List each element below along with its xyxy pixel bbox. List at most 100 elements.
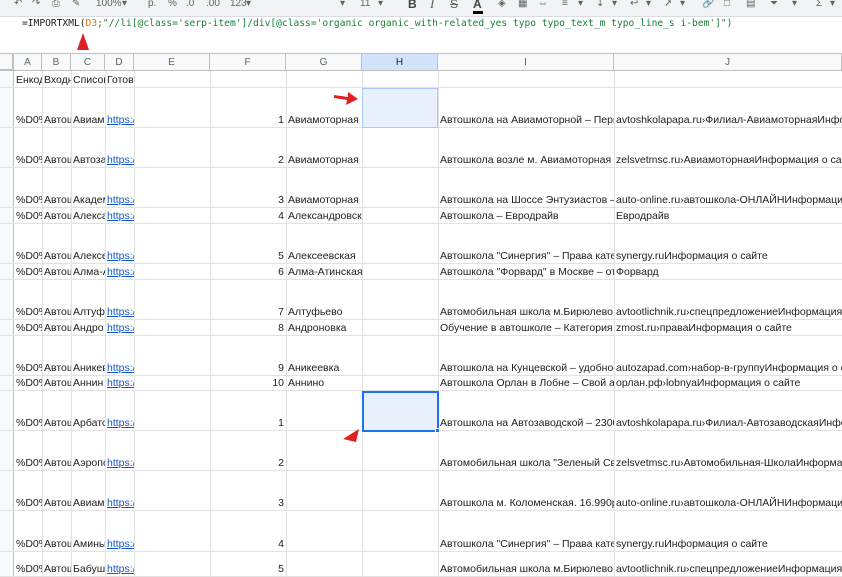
- cell-f[interactable]: 3: [210, 193, 286, 207]
- cell-j[interactable]: avtootlichnik.ru›спецпредложениеИнформац…: [614, 562, 842, 576]
- header-cell-b[interactable]: Входн: [42, 73, 71, 87]
- row-number[interactable]: [0, 431, 14, 470]
- cell-b[interactable]: Автош: [42, 305, 71, 319]
- filter-chevron-icon[interactable]: ▾: [792, 0, 797, 12]
- cell-g[interactable]: Алма-Атинская: [286, 265, 362, 279]
- cell-i[interactable]: Автомобильная школа м.Бирюлево –: [438, 562, 614, 576]
- cell-b[interactable]: Автош: [42, 361, 71, 375]
- cell-g[interactable]: [286, 496, 362, 510]
- text-rotation-chevron-icon[interactable]: ▾: [680, 0, 685, 12]
- cell-c[interactable]: Бабуш: [71, 562, 105, 576]
- font-size-select[interactable]: 11: [360, 0, 370, 12]
- row-number[interactable]: [0, 224, 14, 263]
- cell-i[interactable]: Автошкола на Шоссе Энтузиастов – 5: [438, 193, 614, 207]
- cell-i[interactable]: Автошкола возле м. Авиамоторная – с: [438, 153, 614, 167]
- row-number[interactable]: [0, 88, 14, 127]
- cell-a[interactable]: %D0%: [14, 562, 42, 576]
- row-number[interactable]: [0, 552, 14, 576]
- cell-g[interactable]: Аникеевка: [286, 361, 362, 375]
- cell-a[interactable]: %D0%: [14, 113, 42, 127]
- row-number[interactable]: [0, 376, 14, 390]
- cell-f[interactable]: 9: [210, 361, 286, 375]
- cell-i[interactable]: Автошкола на Авиамоторной – Первы: [438, 113, 614, 127]
- row-number[interactable]: [0, 320, 14, 335]
- cell-a[interactable]: %D0%: [14, 456, 42, 470]
- cell-b[interactable]: Автош: [42, 113, 71, 127]
- percent-button[interactable]: %: [168, 0, 177, 12]
- cell-c[interactable]: Академ: [71, 193, 105, 207]
- cell-g[interactable]: Аннино: [286, 376, 362, 390]
- redo-icon[interactable]: ↷: [32, 0, 40, 12]
- cell-a[interactable]: %D0%: [14, 321, 42, 335]
- cell-b[interactable]: Автош: [42, 209, 71, 223]
- strikethrough-button[interactable]: S: [450, 0, 458, 12]
- cell-a[interactable]: %D0%: [14, 265, 42, 279]
- cell-f[interactable]: 5: [210, 562, 286, 576]
- font-family-chevron-icon[interactable]: ▾: [340, 0, 345, 12]
- cell-g[interactable]: Авиамоторная: [286, 153, 362, 167]
- cell-a[interactable]: %D0%: [14, 153, 42, 167]
- cell-d[interactable]: https:/: [105, 265, 134, 279]
- cell-c[interactable]: Амины: [71, 537, 105, 551]
- fill-handle[interactable]: [435, 428, 440, 433]
- italic-button[interactable]: I: [430, 0, 434, 12]
- zoom-chevron-icon[interactable]: ▾: [122, 0, 127, 12]
- cell-b[interactable]: Автош: [42, 193, 71, 207]
- merge-cells-icon[interactable]: ⇔: [538, 0, 548, 12]
- cell-d[interactable]: https:/: [105, 321, 134, 335]
- row-number[interactable]: [0, 471, 14, 510]
- text-wrap-icon[interactable]: ↩: [630, 0, 638, 12]
- cell-f[interactable]: 5: [210, 249, 286, 263]
- cell-j[interactable]: synergy.ruИнформация о сайте: [614, 249, 842, 263]
- cell-c[interactable]: Автоза: [71, 153, 105, 167]
- cell-j[interactable]: Форвард: [614, 265, 842, 279]
- cell-a[interactable]: %D0%: [14, 537, 42, 551]
- column-header-e[interactable]: E: [134, 54, 210, 71]
- cell-f[interactable]: 3: [210, 496, 286, 510]
- cell-a[interactable]: %D0%: [14, 496, 42, 510]
- cell-b[interactable]: Автош: [42, 562, 71, 576]
- cell-i[interactable]: Автошкола – Евродрайв: [438, 209, 614, 223]
- column-header-i[interactable]: I: [438, 54, 614, 71]
- cell-d[interactable]: https:/: [105, 562, 134, 576]
- cell-i[interactable]: Автошкола "Синергия" – Права катего: [438, 537, 614, 551]
- paint-format-icon[interactable]: ✎: [72, 0, 80, 12]
- cell-j[interactable]: avtoshkolapapa.ru›Филиал-АвиамоторнаяИнф…: [614, 113, 842, 127]
- number-format-button[interactable]: 123: [230, 0, 247, 12]
- row-number[interactable]: [0, 264, 14, 279]
- cell-g[interactable]: [286, 416, 362, 430]
- select-all-corner[interactable]: [0, 54, 14, 71]
- bold-button[interactable]: B: [408, 0, 417, 12]
- column-header-b[interactable]: B: [42, 54, 71, 71]
- row-number[interactable]: [0, 391, 14, 430]
- cell-i[interactable]: Автомобильная школа "Зеленый Свет: [438, 456, 614, 470]
- undo-icon[interactable]: ↶: [14, 0, 22, 12]
- number-format-chevron-icon[interactable]: ▾: [246, 0, 251, 12]
- cell-c[interactable]: Алексе: [71, 249, 105, 263]
- cell-b[interactable]: Автош: [42, 153, 71, 167]
- column-header-a[interactable]: A: [14, 54, 42, 71]
- cell-f[interactable]: 4: [210, 537, 286, 551]
- horizontal-align-icon[interactable]: ≡: [562, 0, 568, 12]
- currency-button[interactable]: р.: [148, 0, 156, 12]
- cell-c[interactable]: Андро: [71, 321, 105, 335]
- cell-f[interactable]: 10: [210, 376, 286, 390]
- cell-c[interactable]: Авиам: [71, 113, 105, 127]
- cell-d[interactable]: https:/: [105, 376, 134, 390]
- cell-c[interactable]: Алтуфь: [71, 305, 105, 319]
- cell-d[interactable]: https:/: [105, 496, 134, 510]
- header-cell-a[interactable]: Енкод: [14, 73, 42, 87]
- cell-g[interactable]: Андроновка: [286, 321, 362, 335]
- cell-g[interactable]: Алтуфьево: [286, 305, 362, 319]
- cell-g[interactable]: [286, 562, 362, 576]
- cell-j[interactable]: synergy.ruИнформация о сайте: [614, 537, 842, 551]
- cell-d[interactable]: https:/: [105, 249, 134, 263]
- column-header-j[interactable]: J: [614, 54, 842, 71]
- increase-decimal-button[interactable]: .00: [206, 0, 220, 12]
- cell-a[interactable]: %D0%: [14, 416, 42, 430]
- text-rotation-icon[interactable]: ➚: [664, 0, 672, 12]
- cell-d[interactable]: https:/: [105, 305, 134, 319]
- cell-i[interactable]: Автомобильная школа м.Бирюлево –: [438, 305, 614, 319]
- cell-c[interactable]: Арбатс: [71, 416, 105, 430]
- cell-f[interactable]: 7: [210, 305, 286, 319]
